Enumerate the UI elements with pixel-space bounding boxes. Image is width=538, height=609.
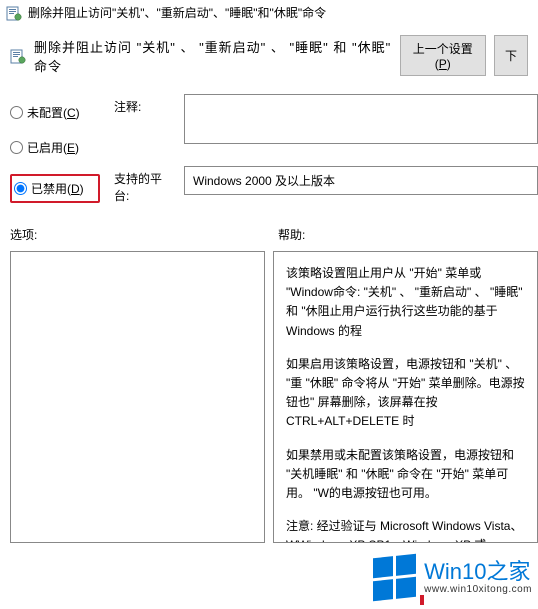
watermark-brand-en: Win10	[424, 559, 486, 584]
radio-column: 未配置(C) 已启用(E) 已禁用(D)	[10, 94, 100, 204]
help-p1: 该策略设置阻止用户从 "开始" 菜单或 "Window命令: "关机" 、 "重…	[286, 264, 529, 341]
help-pane: 该策略设置阻止用户从 "开始" 菜单或 "Window命令: "关机" 、 "重…	[273, 251, 538, 543]
radio-enabled-label: 已启用(E)	[27, 139, 79, 156]
radio-not-configured[interactable]: 未配置(C)	[10, 104, 100, 121]
radio-disabled-label: 已禁用(D)	[31, 180, 84, 197]
policy-title: 删除并阻止访问 "关机" 、 "重新启动" 、 "睡眠" 和 "休眠" 命令	[34, 37, 392, 75]
radio-enabled-input[interactable]	[10, 141, 23, 154]
comment-row: 注释:	[114, 94, 538, 144]
policy-header: 删除并阻止访问 "关机" 、 "重新启动" 、 "睡眠" 和 "休眠" 命令 上…	[0, 25, 538, 76]
state-radio-group: 未配置(C) 已启用(E) 已禁用(D)	[10, 104, 100, 203]
watermark-url: www.win10xitong.com	[424, 584, 532, 595]
watermark: Win10之家 www.win10xitong.com	[367, 554, 534, 601]
prev-label: 上一个设置(P)	[413, 42, 473, 71]
radio-enabled[interactable]: 已启用(E)	[10, 139, 100, 156]
radio-not-configured-label: 未配置(C)	[27, 104, 80, 121]
config-row: 未配置(C) 已启用(E) 已禁用(D) 注释: 支持的平台: Windows …	[0, 76, 538, 204]
platform-field: Windows 2000 及以上版本	[184, 166, 538, 195]
policy-icon	[6, 5, 22, 21]
radio-disabled[interactable]: 已禁用(D)	[14, 180, 84, 197]
help-p2: 如果启用该策略设置，电源按钮和 "关机" 、 "重 "休眠" 命令将从 "开始"…	[286, 355, 529, 432]
policy-icon	[10, 48, 26, 64]
next-label: 下	[505, 49, 517, 63]
nav-buttons: 上一个设置(P) 下	[400, 35, 528, 76]
platform-row: 支持的平台: Windows 2000 及以上版本	[114, 166, 538, 204]
titlebar: 删除并阻止访问"关机"、"重新启动"、"睡眠"和"休眠"命令	[0, 0, 538, 25]
watermark-brand: Win10之家	[424, 560, 532, 584]
panes: 该策略设置阻止用户从 "开始" 菜单或 "Window命令: "关机" 、 "重…	[0, 251, 538, 543]
next-setting-button[interactable]: 下	[494, 35, 528, 76]
help-p3: 如果禁用或未配置该策略设置，电源按钮和 "关机睡眠" 和 "休眠" 命令在 "开…	[286, 446, 529, 504]
options-label: 选项:	[10, 226, 278, 243]
window-title: 删除并阻止访问"关机"、"重新启动"、"睡眠"和"休眠"命令	[28, 4, 326, 21]
comment-textarea[interactable]	[184, 94, 538, 144]
watermark-brand-zh: 之家	[486, 559, 530, 584]
section-labels: 选项: 帮助:	[0, 204, 538, 251]
watermark-text: Win10之家 www.win10xitong.com	[424, 560, 532, 595]
help-label: 帮助:	[278, 226, 305, 243]
radio-disabled-highlight: 已禁用(D)	[10, 174, 100, 203]
fields-column: 注释: 支持的平台: Windows 2000 及以上版本	[114, 94, 538, 204]
red-marker	[420, 595, 424, 605]
comment-label: 注释:	[114, 94, 174, 115]
windows-logo-icon	[373, 554, 416, 602]
radio-not-configured-input[interactable]	[10, 106, 23, 119]
prev-setting-button[interactable]: 上一个设置(P)	[400, 35, 486, 76]
platform-label: 支持的平台:	[114, 166, 174, 204]
help-p4: 注意: 经过验证与 Microsoft Windows Vista、WWindo…	[286, 517, 529, 543]
radio-disabled-input[interactable]	[14, 182, 27, 195]
options-pane	[10, 251, 265, 543]
